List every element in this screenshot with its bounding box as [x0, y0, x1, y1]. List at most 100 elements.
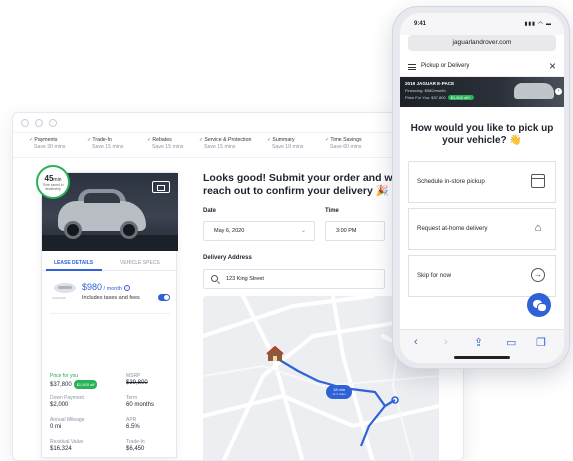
banner-price: Price For You: $37,800 $1,500 off+: [405, 95, 474, 100]
option-skip[interactable]: Skip for now →: [408, 255, 556, 297]
tab-lease-details[interactable]: LEASE DETAILS: [54, 260, 93, 266]
option-label: Schedule in-store pickup: [417, 178, 485, 185]
window-dot[interactable]: [35, 118, 43, 127]
spec-value: $37,800 $1,500 off: [50, 380, 98, 389]
time-saved-caption: Time saved in dealership: [42, 183, 64, 191]
route-distance: 11.4 miles: [332, 392, 346, 396]
spec-trade-in: Trade-In $6,450: [126, 439, 145, 453]
check-icon: ✓: [87, 137, 92, 143]
house-icon: ⌂: [534, 222, 542, 234]
safari-toolbar: ‹ › ⇪ ▭ ❐: [400, 329, 564, 363]
option-home-delivery[interactable]: Request at-home delivery ⌂: [408, 208, 556, 250]
signal-battery-icon: ▮▮▮ ◠ ▬: [524, 21, 552, 27]
car-window: [84, 193, 120, 203]
date-label: Date: [203, 208, 217, 214]
info-icon[interactable]: i: [123, 284, 130, 291]
spec-label: Annual Mileage: [50, 417, 85, 423]
spec-down-payment: Down Payment $2,000: [50, 395, 84, 409]
taxes-toggle[interactable]: [158, 294, 170, 301]
gallery-icon[interactable]: [152, 181, 170, 193]
spec-price-for-you: Price for you $37,800 $1,500 off: [50, 373, 98, 389]
back-icon[interactable]: ‹: [414, 336, 418, 348]
spec-price-value: $37,800: [50, 382, 72, 389]
brand-wordmark: JAGUAR: [52, 296, 66, 300]
spec-annual-mileage: Annual Mileage 0 mi: [50, 417, 84, 431]
chevron-right-icon[interactable]: ›: [555, 88, 562, 95]
monthly-price-period: / month: [102, 286, 122, 292]
mobile-nav-bar: Pickup or Delivery ×: [400, 57, 564, 77]
spec-residual-value: Residual Value $16,324: [50, 439, 83, 453]
option-in-store-pickup[interactable]: Schedule in-store pickup: [408, 161, 556, 203]
spec-label: MSRP: [126, 373, 141, 379]
phone-frame: 9:41 ▮▮▮ ◠ ▬ jaguarlandrover.com Pickup …: [392, 6, 570, 369]
check-icon: ✓: [325, 137, 330, 143]
home-pin-icon: [266, 346, 284, 361]
photo-ground: [42, 235, 178, 251]
jaguar-logo: [54, 283, 76, 293]
spec-label: Residual Value: [50, 439, 84, 445]
time-label: Time: [325, 208, 339, 214]
spec-label: Price for you: [50, 373, 79, 379]
option-label: Request at-home delivery: [417, 225, 488, 232]
close-icon[interactable]: ×: [549, 59, 556, 73]
vehicle-banner[interactable]: 2019 JAGUAR E-PACE Financing: $980/month…: [400, 77, 564, 107]
step-rebates[interactable]: ✓Rebates Save 15 mins: [147, 137, 183, 151]
banner-financing: Financing: $980/month: [405, 88, 446, 93]
spec-label: Term: [126, 395, 138, 401]
chevron-down-icon: ⌄: [300, 228, 306, 234]
tabs-icon[interactable]: ❐: [536, 336, 546, 349]
monthly-price-amount: $980: [82, 282, 103, 292]
banner-price-value: Price For You: $37,800: [405, 95, 446, 100]
chat-button[interactable]: [527, 293, 551, 317]
date-value: May 6, 2020: [214, 228, 245, 234]
time-saved-value: 45min: [38, 174, 68, 183]
step-payments[interactable]: ✓Payments Save 30 mins: [29, 137, 65, 151]
option-label: Skip for now: [417, 272, 452, 279]
delivery-address-label: Delivery Address: [203, 255, 252, 261]
share-icon[interactable]: ⇪: [474, 336, 483, 349]
spec-label: APR: [126, 417, 137, 423]
check-icon: ✓: [147, 137, 152, 143]
spec-value: $6,450: [126, 446, 145, 452]
step-summary[interactable]: ✓Summary Save 10 mins: [267, 137, 303, 151]
vehicle-card: 45min Time saved in dealership LEASE DET…: [36, 165, 178, 458]
check-icon: ✓: [199, 137, 204, 143]
spec-value: 60 months: [126, 402, 155, 408]
time-value: 3:00 PM: [336, 228, 357, 234]
step-trade-in[interactable]: ✓Trade-In Save 15 mins: [87, 137, 123, 151]
pickup-question: How would you like to pick up your vehic…: [410, 123, 554, 146]
spec-value: $39,800: [126, 380, 148, 386]
check-icon: ✓: [29, 137, 34, 143]
spec-apr: APR 6.5%: [126, 417, 140, 431]
step-time-savings[interactable]: ✓Time Savings Save 60 mins: [325, 137, 362, 151]
card-tabs: LEASE DETAILS VEHICLE SPECS: [42, 257, 178, 271]
active-tab-indicator: [46, 269, 102, 271]
spec-value: 6.5%: [126, 424, 140, 430]
hamburger-menu-icon[interactable]: [408, 64, 416, 70]
banner-title: 2019 JAGUAR E-PACE: [405, 81, 455, 86]
window-dot[interactable]: [49, 118, 57, 127]
confirmation-headline: Looks good! Submit your order and we'll …: [203, 172, 407, 197]
banner-discount-badge: $1,500 off+: [447, 95, 474, 100]
url-bar[interactable]: jaguarlandrover.com: [408, 35, 556, 51]
nav-title: Pickup or Delivery: [421, 63, 470, 69]
calendar-icon: [531, 174, 545, 188]
forward-icon[interactable]: ›: [444, 336, 448, 348]
car-wheel: [64, 221, 82, 239]
route-eta-label: 18 min 11.4 miles: [326, 385, 352, 399]
window-dot[interactable]: [21, 118, 29, 127]
spec-term: Term 60 months: [126, 395, 154, 409]
tab-vehicle-specs[interactable]: VEHICLE SPECS: [120, 260, 160, 266]
search-icon: [211, 275, 218, 282]
spec-label: Down Payment: [50, 395, 84, 401]
bookmarks-icon[interactable]: ▭: [506, 336, 516, 349]
date-select[interactable]: May 6, 2020 ⌄: [203, 221, 315, 241]
time-select[interactable]: 3:00 PM: [325, 221, 385, 241]
address-input[interactable]: 123 King Street: [203, 269, 385, 289]
arrow-right-icon: →: [531, 268, 545, 282]
vehicle-thumbnail: [514, 83, 554, 99]
step-service-protection[interactable]: ✓Service & Protection Save 15 mins: [199, 137, 251, 151]
car-wheel: [120, 221, 138, 239]
discount-badge: $1,500 off: [73, 380, 98, 389]
spec-label: Trade-In: [126, 439, 145, 445]
